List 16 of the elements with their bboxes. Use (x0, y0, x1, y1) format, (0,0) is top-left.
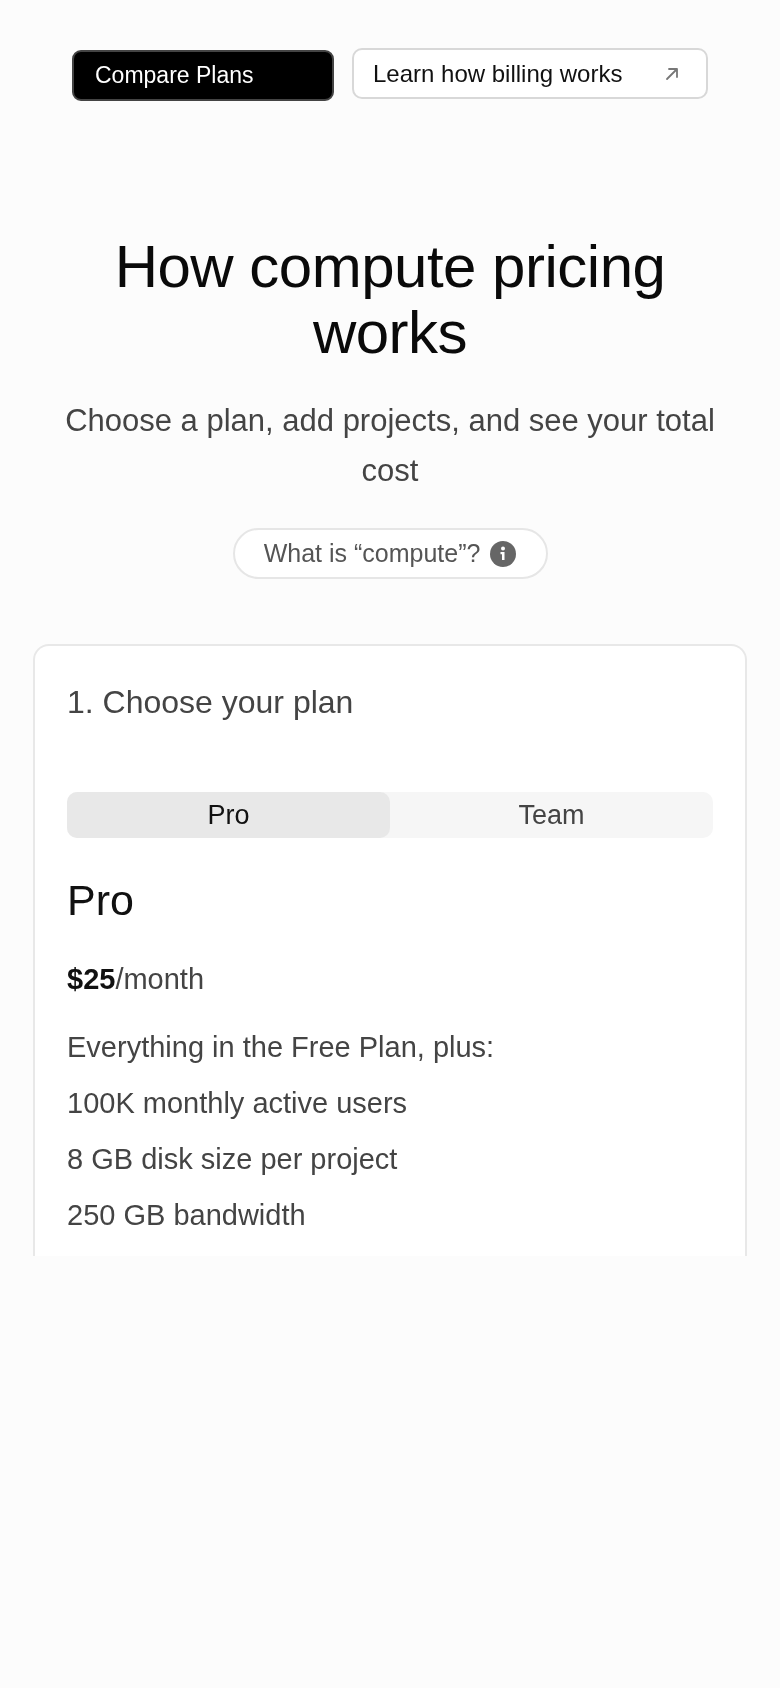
feature-item: 250 GB bandwidth (67, 1198, 307, 1233)
compare-plans-button[interactable]: Compare Plans (72, 50, 334, 101)
arrow-up-right-icon (664, 65, 680, 82)
step-title: 1. Choose your plan (67, 683, 355, 722)
subtitle: Choose a plan, add projects, and see your total cost (64, 402, 716, 490)
compute-info-button[interactable]: What is “compute”? (232, 528, 548, 579)
info-icon (490, 540, 517, 567)
external-link-button[interactable]: Learn how billing works (352, 48, 708, 99)
page-heading: How compute pricing works (113, 234, 667, 366)
feature-item: Everything in the Free Plan, plus: (67, 1030, 496, 1065)
plan-name: Pro (67, 875, 135, 925)
plan-tab[interactable]: Pro (67, 792, 390, 838)
feature-item: 8 GB disk size per project (67, 1142, 399, 1177)
plan-tab[interactable]: Team (390, 792, 713, 838)
plan-price: $25/month (67, 962, 206, 997)
feature-item: 100K monthly active users (67, 1086, 409, 1121)
